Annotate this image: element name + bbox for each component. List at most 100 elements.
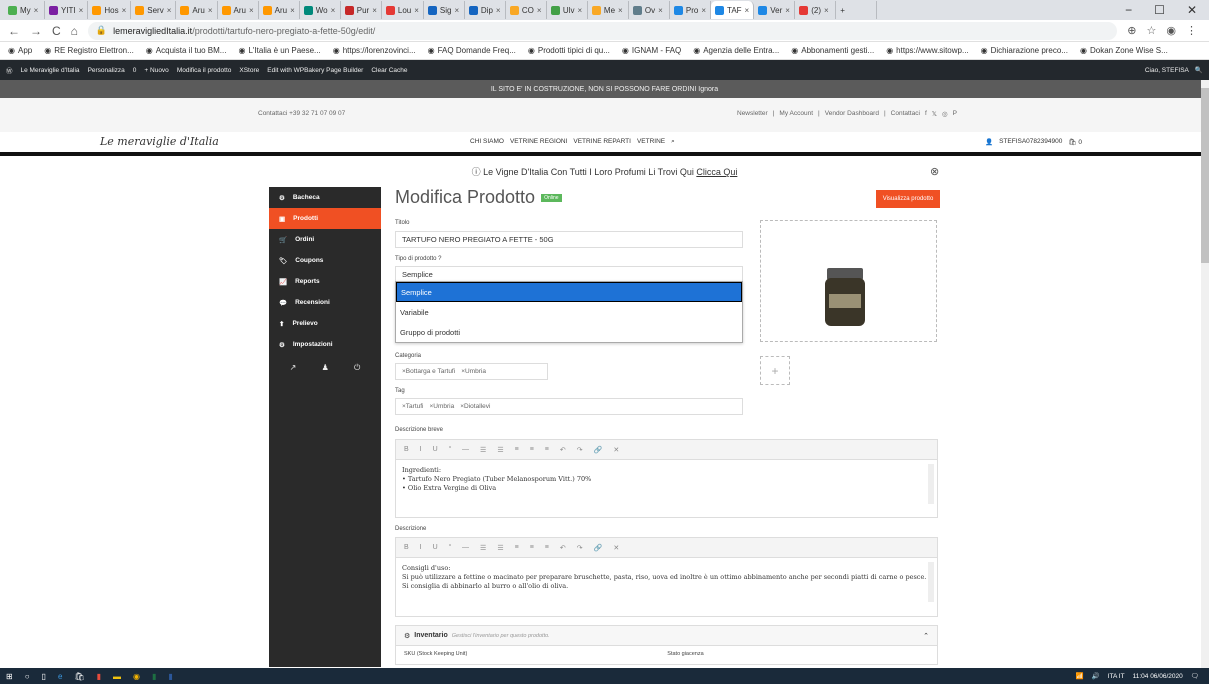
- bookmark-item[interactable]: ◉ Dokan Zone Wise S...: [1080, 46, 1168, 55]
- toolbar-button[interactable]: ☰: [497, 446, 503, 454]
- tab-close-icon[interactable]: ×: [577, 6, 582, 15]
- toolbar-button[interactable]: ↷: [577, 544, 583, 552]
- browser-tab[interactable]: Aru ×: [218, 1, 259, 19]
- dropdown-option[interactable]: Semplice: [396, 282, 742, 302]
- toolbar-button[interactable]: ≡: [515, 446, 519, 453]
- category-input[interactable]: ×Bottarga e Tartufi ×Umbria: [395, 363, 548, 380]
- dropdown-option[interactable]: Variabile: [396, 302, 742, 322]
- tab-close-icon[interactable]: ×: [414, 6, 419, 15]
- star-icon[interactable]: ☆: [1147, 24, 1157, 37]
- wp-admin-item[interactable]: Edit with WPBakery Page Builder: [267, 67, 363, 74]
- sidebar-item[interactable]: ⚙ Bacheca: [269, 187, 381, 208]
- sidebar-item[interactable]: 🏷 Coupons: [269, 250, 381, 271]
- site-logo[interactable]: Le meraviglie d'Italia: [100, 135, 219, 148]
- toolbar-button[interactable]: I: [420, 544, 422, 551]
- extension-icon[interactable]: ◉: [1166, 24, 1176, 37]
- menu-icon[interactable]: ⋮: [1186, 24, 1197, 37]
- toolbar-button[interactable]: ☰: [497, 544, 503, 552]
- top-link[interactable]: Newsletter: [737, 110, 768, 118]
- browser-tab[interactable]: YITI ×: [45, 1, 89, 19]
- maximize-icon[interactable]: ☐: [1154, 3, 1165, 17]
- toolbar-button[interactable]: B: [404, 446, 409, 453]
- bookmark-item[interactable]: ◉ https://www.sitowp...: [886, 46, 968, 55]
- title-input[interactable]: TARTUFO NERO PREGIATO A FETTE - 50G: [395, 231, 743, 248]
- minimize-icon[interactable]: −: [1125, 3, 1132, 17]
- browser-tab[interactable]: Wo ×: [300, 1, 341, 19]
- toolbar-button[interactable]: U: [433, 446, 438, 453]
- toolbar-button[interactable]: “: [449, 544, 451, 551]
- description-text[interactable]: Consigli d'uso: Si può utilizzare a fetti…: [396, 558, 937, 597]
- forward-icon[interactable]: →: [30, 24, 42, 38]
- search-icon[interactable]: ⌕: [671, 138, 675, 146]
- toolbar-button[interactable]: —: [462, 544, 469, 551]
- product-image-box[interactable]: [760, 220, 937, 342]
- clock[interactable]: 11:04 06/06/2020: [1133, 673, 1183, 680]
- wp-greeting[interactable]: Ciao, STEFISA: [1145, 67, 1189, 74]
- collapse-icon[interactable]: ⌃: [923, 632, 929, 640]
- tab-close-icon[interactable]: ×: [290, 6, 295, 15]
- editor-scrollbar[interactable]: [928, 562, 934, 602]
- bookmark-item[interactable]: ◉ https://lorenzovinci...: [333, 46, 416, 55]
- home-icon[interactable]: ⌂: [71, 24, 78, 38]
- reload-icon[interactable]: C: [52, 24, 61, 38]
- search-icon[interactable]: 🔍: [1195, 66, 1203, 74]
- bookmark-item[interactable]: ◉ App: [8, 46, 32, 55]
- category-chip[interactable]: ×Bottarga e Tartufi: [402, 368, 455, 375]
- top-link[interactable]: Contattaci: [891, 110, 920, 118]
- browser-tab[interactable]: Pro ×: [670, 1, 712, 19]
- username[interactable]: STEFISA0782394900: [999, 138, 1062, 146]
- editor-scrollbar[interactable]: [928, 464, 934, 504]
- tag-input[interactable]: ×Tartufi ×Umbria ×Diotallevi: [395, 398, 743, 415]
- tab-close-icon[interactable]: ×: [701, 6, 706, 15]
- toolbar-button[interactable]: ≡: [545, 544, 549, 551]
- bookmark-item[interactable]: ◉ RE Registro Elettron...: [44, 46, 134, 55]
- wp-admin-item[interactable]: Personalizza: [88, 67, 125, 74]
- wp-admin-item[interactable]: XStore: [239, 67, 259, 74]
- tab-close-icon[interactable]: ×: [745, 6, 750, 15]
- browser-tab[interactable]: (2) ×: [795, 1, 837, 19]
- tab-close-icon[interactable]: ×: [785, 6, 790, 15]
- short-description-text[interactable]: Ingredienti: • Tartufo Nero Pregiato (Tub…: [396, 460, 937, 499]
- chrome-icon[interactable]: ◉: [133, 672, 140, 681]
- tag-chip[interactable]: ×Tartufi: [402, 403, 424, 410]
- nav-item[interactable]: VETRINE: [637, 138, 665, 146]
- power-icon[interactable]: ⏻: [354, 363, 360, 373]
- tab-close-icon[interactable]: ×: [79, 6, 84, 15]
- browser-tab[interactable]: CO ×: [506, 1, 547, 19]
- tab-close-icon[interactable]: ×: [824, 6, 829, 15]
- wp-admin-item[interactable]: 0: [133, 67, 137, 74]
- toolbar-button[interactable]: ≡: [530, 544, 534, 551]
- short-description-editor[interactable]: B I U “ — ☰ ☰ ≡ ≡ ≡ ↶ ↷ 🔗 ✕ Ingredienti: • Tartufo Ner…: [395, 439, 938, 518]
- social-icon[interactable]: P: [953, 110, 957, 118]
- dropdown-option[interactable]: Gruppo di prodotti: [396, 322, 742, 342]
- external-link-icon[interactable]: ↗: [290, 363, 297, 373]
- toolbar-button[interactable]: ☰: [480, 544, 486, 552]
- toolbar-button[interactable]: B: [404, 544, 409, 551]
- toolbar-button[interactable]: —: [462, 446, 469, 453]
- toolbar-button[interactable]: U: [433, 544, 438, 551]
- sidebar-item[interactable]: 📈 Reports: [269, 271, 381, 292]
- view-product-button[interactable]: Visualizza prodotto: [876, 190, 940, 208]
- notifications-icon[interactable]: 🗨: [1191, 672, 1199, 680]
- tab-close-icon[interactable]: ×: [372, 6, 377, 15]
- tab-close-icon[interactable]: ×: [122, 6, 127, 15]
- wp-admin-item[interactable]: Modifica il prodotto: [177, 67, 232, 74]
- bookmark-item[interactable]: ◉ IGNAM - FAQ: [622, 46, 681, 55]
- tab-close-icon[interactable]: ×: [618, 6, 623, 15]
- toolbar-button[interactable]: ↶: [560, 544, 566, 552]
- description-editor[interactable]: B I U “ — ☰ ☰ ≡ ≡ ≡ ↶ ↷ 🔗 ✕ Consigli d'uso: Si può uti…: [395, 537, 938, 617]
- zoom-icon[interactable]: ⊕: [1127, 24, 1136, 37]
- browser-tab[interactable]: Aru ×: [259, 1, 300, 19]
- excel-icon[interactable]: ▮: [152, 672, 156, 681]
- bookmark-item[interactable]: ◉ Abbonamenti gesti...: [791, 46, 874, 55]
- url-input[interactable]: 🔒 lemeravigliedItalia.it/prodotti/tartuf…: [87, 21, 1118, 40]
- tab-close-icon[interactable]: ×: [658, 6, 663, 15]
- toolbar-button[interactable]: ↶: [560, 446, 566, 454]
- tab-close-icon[interactable]: ×: [208, 6, 213, 15]
- edge-icon[interactable]: e: [58, 672, 62, 681]
- wifi-icon[interactable]: 📶: [1076, 672, 1084, 680]
- tab-close-icon[interactable]: ×: [496, 6, 501, 15]
- inventory-header[interactable]: ⚙ Inventario Gestisci l'inventario per q…: [396, 626, 937, 646]
- add-image-button[interactable]: +: [760, 356, 790, 385]
- social-icon[interactable]: 𝕏: [932, 110, 937, 118]
